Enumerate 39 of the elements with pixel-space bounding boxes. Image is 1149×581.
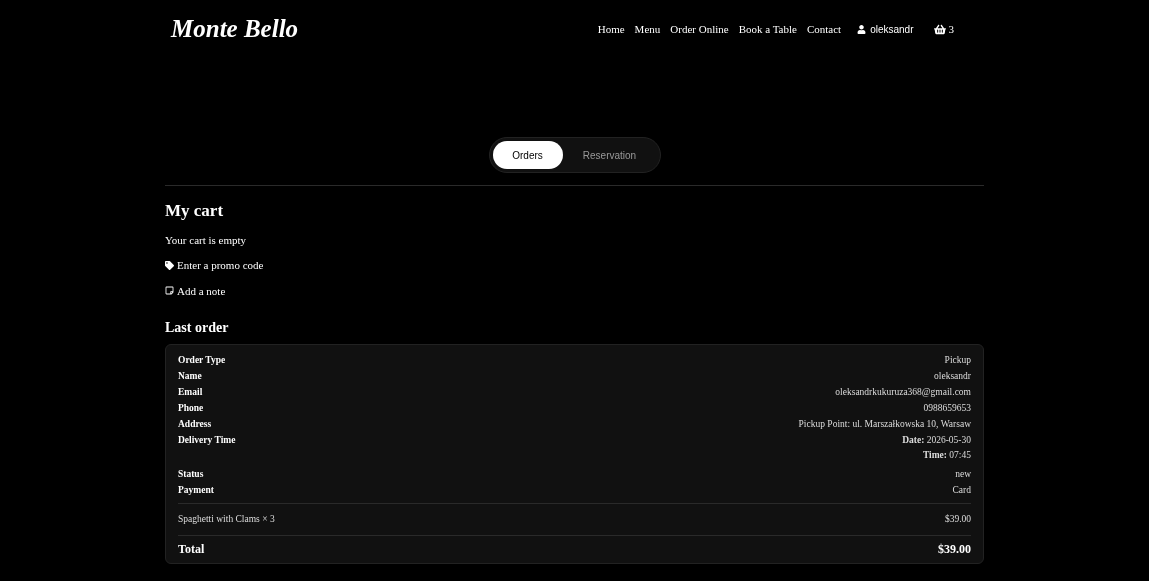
field-label: Email <box>178 386 203 399</box>
nav-link[interactable]: Menu <box>634 20 661 38</box>
nav-link[interactable]: Order Online <box>670 20 729 38</box>
field-value: Pickup <box>944 354 971 367</box>
total-amount: $39.00 <box>938 542 971 557</box>
nav-link[interactable]: Contact <box>806 20 842 38</box>
last-order-title: Last order <box>165 319 230 337</box>
field-value: new <box>955 468 971 481</box>
field-value: Pickup Point: ul. Marszałkowska 10, Warsaw <box>798 418 971 431</box>
total-label: Total <box>178 542 205 557</box>
basket-icon <box>933 23 946 35</box>
user-icon <box>857 24 867 34</box>
item-name: Spaghetti with Clams × 3 <box>178 513 275 526</box>
field-value: Card <box>952 484 971 497</box>
item-price: $39.00 <box>944 513 971 526</box>
add-note-link[interactable]: Add a note <box>165 282 226 299</box>
cart-title: My cart <box>165 200 225 222</box>
field-value: oleksandrkukuruza368@gmail.com <box>835 386 971 399</box>
field-label: Delivery Time <box>178 434 236 447</box>
brand-logo[interactable]: Monte Bello <box>171 10 299 48</box>
promo-code-link[interactable]: Enter a promo code <box>165 257 264 274</box>
field-label: Order Type <box>178 354 226 367</box>
nav-link[interactable]: Home <box>597 20 625 38</box>
field-value: Date: 2026-05-30 <box>902 434 971 447</box>
field-value: oleksandr <box>934 370 971 383</box>
field-value: Time: 07:45 <box>922 449 971 462</box>
tab[interactable]: Orders <box>492 141 563 169</box>
field-label: Status <box>178 468 204 481</box>
field-label: Name <box>178 370 202 383</box>
tab[interactable]: Reservation <box>562 141 657 169</box>
tag-icon <box>165 260 174 270</box>
field-label: Phone <box>178 402 204 415</box>
empty-cart-message: Your cart is empty <box>165 232 248 248</box>
field-value: 0988659653 <box>923 402 971 415</box>
field-label: Payment <box>178 484 214 497</box>
user-link[interactable]: oleksandr <box>857 21 914 37</box>
cart-link[interactable]: 3 <box>933 20 954 38</box>
nav-link[interactable]: Book a Table <box>738 20 797 38</box>
field-label: Address <box>178 418 212 431</box>
